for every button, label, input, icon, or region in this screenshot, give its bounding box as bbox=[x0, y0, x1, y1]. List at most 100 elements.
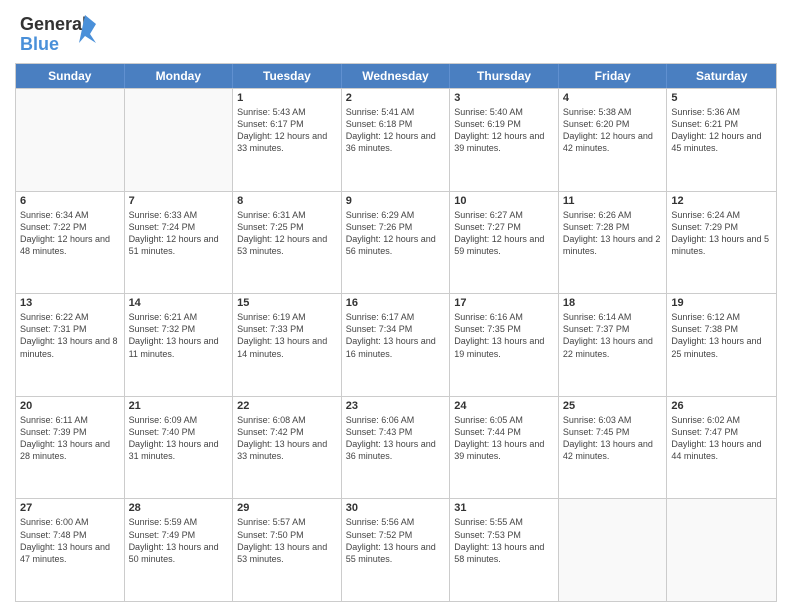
day-number: 2 bbox=[346, 92, 446, 104]
day-cell-24: 24 Sunrise: 6:05 AMSunset: 7:44 PMDayligh… bbox=[450, 397, 559, 499]
day-number: 1 bbox=[237, 92, 337, 104]
header-day-monday: Monday bbox=[125, 64, 234, 88]
day-info: Sunrise: 6:34 AMSunset: 7:22 PMDaylight:… bbox=[20, 209, 120, 258]
day-info: Sunrise: 6:27 AMSunset: 7:27 PMDaylight:… bbox=[454, 209, 554, 258]
day-number: 4 bbox=[563, 92, 663, 104]
day-info: Sunrise: 6:24 AMSunset: 7:29 PMDaylight:… bbox=[671, 209, 772, 258]
day-cell-16: 16 Sunrise: 6:17 AMSunset: 7:34 PMDayligh… bbox=[342, 294, 451, 396]
day-info: Sunrise: 6:05 AMSunset: 7:44 PMDaylight:… bbox=[454, 414, 554, 463]
header-day-tuesday: Tuesday bbox=[233, 64, 342, 88]
day-cell-1: 1 Sunrise: 5:43 AMSunset: 6:17 PMDaylight… bbox=[233, 89, 342, 191]
day-cell-12: 12 Sunrise: 6:24 AMSunset: 7:29 PMDayligh… bbox=[667, 192, 776, 294]
day-cell-31: 31 Sunrise: 5:55 AMSunset: 7:53 PMDayligh… bbox=[450, 499, 559, 601]
day-number: 31 bbox=[454, 502, 554, 514]
day-cell-5: 5 Sunrise: 5:36 AMSunset: 6:21 PMDaylight… bbox=[667, 89, 776, 191]
day-info: Sunrise: 6:19 AMSunset: 7:33 PMDaylight:… bbox=[237, 311, 337, 360]
svg-text:General: General bbox=[20, 14, 87, 34]
day-cell-30: 30 Sunrise: 5:56 AMSunset: 7:52 PMDayligh… bbox=[342, 499, 451, 601]
week-row-1: 1 Sunrise: 5:43 AMSunset: 6:17 PMDaylight… bbox=[16, 88, 776, 191]
day-cell-2: 2 Sunrise: 5:41 AMSunset: 6:18 PMDaylight… bbox=[342, 89, 451, 191]
calendar-header: SundayMondayTuesdayWednesdayThursdayFrid… bbox=[16, 64, 776, 88]
day-info: Sunrise: 6:22 AMSunset: 7:31 PMDaylight:… bbox=[20, 311, 120, 360]
day-info: Sunrise: 6:33 AMSunset: 7:24 PMDaylight:… bbox=[129, 209, 229, 258]
day-cell-8: 8Sunrise: 6:31 AMSunset: 7:25 PMDaylight… bbox=[233, 192, 342, 294]
day-info: Sunrise: 6:09 AMSunset: 7:40 PMDaylight:… bbox=[129, 414, 229, 463]
day-number: 13 bbox=[20, 297, 120, 309]
day-number: 11 bbox=[563, 195, 663, 207]
header-day-sunday: Sunday bbox=[16, 64, 125, 88]
day-info: Sunrise: 5:59 AMSunset: 7:49 PMDaylight:… bbox=[129, 516, 229, 565]
day-cell-7: 7 Sunrise: 6:33 AMSunset: 7:24 PMDaylight… bbox=[125, 192, 234, 294]
day-number: 6 bbox=[20, 195, 120, 207]
day-number: 27 bbox=[20, 502, 120, 514]
day-cell-22: 22Sunrise: 6:08 AMSunset: 7:42 PMDayligh… bbox=[233, 397, 342, 499]
day-number: 30 bbox=[346, 502, 446, 514]
day-cell-23: 23Sunrise: 6:06 AMSunset: 7:43 PMDayligh… bbox=[342, 397, 451, 499]
day-number: 18 bbox=[563, 297, 663, 309]
day-info: Sunrise: 6:16 AMSunset: 7:35 PMDaylight:… bbox=[454, 311, 554, 360]
header-day-friday: Friday bbox=[559, 64, 668, 88]
day-number: 7 bbox=[129, 195, 229, 207]
day-cell-14: 14Sunrise: 6:21 AMSunset: 7:32 PMDayligh… bbox=[125, 294, 234, 396]
day-cell-27: 27 Sunrise: 6:00 AMSunset: 7:48 PMDayligh… bbox=[16, 499, 125, 601]
empty-cell bbox=[16, 89, 125, 191]
logo: GeneralBlue bbox=[15, 10, 105, 55]
page: GeneralBlue SundayMondayTuesdayWednesday… bbox=[0, 0, 792, 612]
svg-text:Blue: Blue bbox=[20, 34, 59, 54]
day-number: 26 bbox=[671, 400, 772, 412]
day-cell-19: 19 Sunrise: 6:12 AMSunset: 7:38 PMDayligh… bbox=[667, 294, 776, 396]
day-info: Sunrise: 5:55 AMSunset: 7:53 PMDaylight:… bbox=[454, 516, 554, 565]
day-number: 12 bbox=[671, 195, 772, 207]
day-info: Sunrise: 6:26 AMSunset: 7:28 PMDaylight:… bbox=[563, 209, 663, 258]
day-cell-10: 10 Sunrise: 6:27 AMSunset: 7:27 PMDayligh… bbox=[450, 192, 559, 294]
day-number: 15 bbox=[237, 297, 337, 309]
day-cell-20: 20Sunrise: 6:11 AMSunset: 7:39 PMDayligh… bbox=[16, 397, 125, 499]
header-day-wednesday: Wednesday bbox=[342, 64, 451, 88]
day-number: 28 bbox=[129, 502, 229, 514]
calendar: SundayMondayTuesdayWednesdayThursdayFrid… bbox=[15, 63, 777, 602]
day-number: 9 bbox=[346, 195, 446, 207]
header: GeneralBlue bbox=[15, 10, 777, 55]
day-info: Sunrise: 6:00 AMSunset: 7:48 PMDaylight:… bbox=[20, 516, 120, 565]
day-cell-29: 29Sunrise: 5:57 AMSunset: 7:50 PMDayligh… bbox=[233, 499, 342, 601]
day-info: Sunrise: 5:36 AMSunset: 6:21 PMDaylight:… bbox=[671, 106, 772, 155]
empty-cell bbox=[125, 89, 234, 191]
day-number: 10 bbox=[454, 195, 554, 207]
day-number: 16 bbox=[346, 297, 446, 309]
day-number: 25 bbox=[563, 400, 663, 412]
day-info: Sunrise: 6:17 AMSunset: 7:34 PMDaylight:… bbox=[346, 311, 446, 360]
day-info: Sunrise: 5:56 AMSunset: 7:52 PMDaylight:… bbox=[346, 516, 446, 565]
week-row-4: 20Sunrise: 6:11 AMSunset: 7:39 PMDayligh… bbox=[16, 396, 776, 499]
day-info: Sunrise: 5:43 AMSunset: 6:17 PMDaylight:… bbox=[237, 106, 337, 155]
day-cell-18: 18 Sunrise: 6:14 AMSunset: 7:37 PMDayligh… bbox=[559, 294, 668, 396]
day-info: Sunrise: 6:14 AMSunset: 7:37 PMDaylight:… bbox=[563, 311, 663, 360]
day-number: 24 bbox=[454, 400, 554, 412]
day-info: Sunrise: 6:03 AMSunset: 7:45 PMDaylight:… bbox=[563, 414, 663, 463]
logo-icon: GeneralBlue bbox=[15, 10, 105, 55]
day-cell-13: 13 Sunrise: 6:22 AMSunset: 7:31 PMDayligh… bbox=[16, 294, 125, 396]
day-info: Sunrise: 5:40 AMSunset: 6:19 PMDaylight:… bbox=[454, 106, 554, 155]
day-cell-26: 26 Sunrise: 6:02 AMSunset: 7:47 PMDayligh… bbox=[667, 397, 776, 499]
header-day-thursday: Thursday bbox=[450, 64, 559, 88]
empty-cell bbox=[559, 499, 668, 601]
day-cell-15: 15 Sunrise: 6:19 AMSunset: 7:33 PMDayligh… bbox=[233, 294, 342, 396]
day-info: Sunrise: 6:31 AMSunset: 7:25 PMDaylight:… bbox=[237, 209, 337, 258]
week-row-5: 27 Sunrise: 6:00 AMSunset: 7:48 PMDayligh… bbox=[16, 498, 776, 601]
day-info: Sunrise: 5:41 AMSunset: 6:18 PMDaylight:… bbox=[346, 106, 446, 155]
calendar-body: 1 Sunrise: 5:43 AMSunset: 6:17 PMDaylight… bbox=[16, 88, 776, 601]
empty-cell bbox=[667, 499, 776, 601]
day-number: 17 bbox=[454, 297, 554, 309]
day-number: 5 bbox=[671, 92, 772, 104]
day-number: 3 bbox=[454, 92, 554, 104]
day-cell-17: 17 Sunrise: 6:16 AMSunset: 7:35 PMDayligh… bbox=[450, 294, 559, 396]
day-info: Sunrise: 6:02 AMSunset: 7:47 PMDaylight:… bbox=[671, 414, 772, 463]
day-info: Sunrise: 5:38 AMSunset: 6:20 PMDaylight:… bbox=[563, 106, 663, 155]
day-info: Sunrise: 6:12 AMSunset: 7:38 PMDaylight:… bbox=[671, 311, 772, 360]
day-number: 19 bbox=[671, 297, 772, 309]
day-cell-9: 9Sunrise: 6:29 AMSunset: 7:26 PMDaylight… bbox=[342, 192, 451, 294]
day-number: 29 bbox=[237, 502, 337, 514]
week-row-2: 6 Sunrise: 6:34 AMSunset: 7:22 PMDaylight… bbox=[16, 191, 776, 294]
day-cell-4: 4 Sunrise: 5:38 AMSunset: 6:20 PMDaylight… bbox=[559, 89, 668, 191]
day-number: 21 bbox=[129, 400, 229, 412]
day-number: 20 bbox=[20, 400, 120, 412]
